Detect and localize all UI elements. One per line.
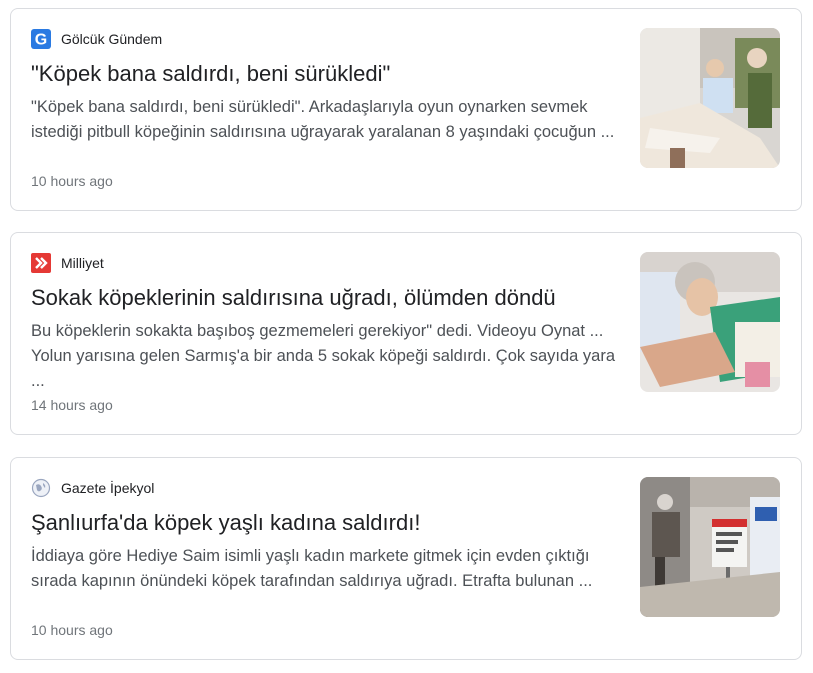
thumbnail-image[interactable] [640,477,780,617]
headline-link[interactable]: Şanlıurfa'da köpek yaşlı kadına saldırdı… [31,508,631,538]
news-result-card[interactable]: G Gölcük Gündem "Köpek bana saldırdı, be… [10,8,802,211]
snippet-text: İddiaya göre Hediye Saim isimli yaşlı ka… [31,547,593,590]
globe-icon [31,478,51,498]
source-row: Milliyet [31,253,104,273]
svg-text:G: G [35,32,47,49]
source-name: Milliyet [61,255,104,271]
source-name: Gölcük Gündem [61,31,163,47]
double-chevron-icon [31,253,51,273]
headline-link[interactable]: "Köpek bana saldırdı, beni sürükledi" [31,59,631,89]
source-name: Gazete İpekyol [61,480,155,496]
news-result-card[interactable]: Gazete İpekyol Şanlıurfa'da köpek yaşlı … [10,457,802,660]
thumbnail-image[interactable] [640,28,780,168]
timestamp: 10 hours ago [31,622,113,638]
snippet-text: "Köpek bana saldırdı, beni sürükledi". A… [31,98,615,141]
g-letter-icon: G [31,29,51,49]
thumbnail-image[interactable] [640,252,780,392]
timestamp: 10 hours ago [31,173,113,189]
news-result-card[interactable]: Milliyet Sokak köpeklerinin saldırısına … [10,232,802,435]
timestamp: 14 hours ago [31,397,113,413]
headline-link[interactable]: Sokak köpeklerinin saldırısına uğradı, ö… [31,283,631,313]
snippet-text: Bu köpeklerin sokakta başıboş gezmemeler… [31,322,616,390]
source-row: Gazete İpekyol [31,478,154,498]
source-row: G Gölcük Gündem [31,29,162,49]
